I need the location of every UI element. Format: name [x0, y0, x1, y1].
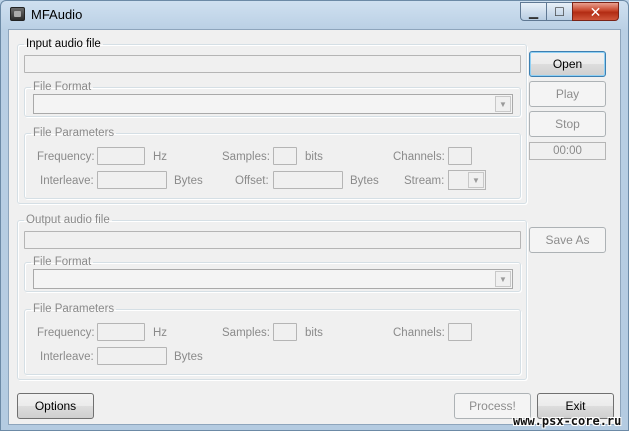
- input-interleave-field[interactable]: [97, 171, 167, 189]
- input-stream-select[interactable]: ▼: [448, 170, 486, 190]
- input-stream-label: Stream:: [404, 175, 445, 187]
- output-channels-label: Channels:: [393, 327, 445, 339]
- output-frequency-label: Frequency:: [37, 327, 95, 339]
- input-audio-group-label: Input audio file: [26, 38, 101, 50]
- output-samples-label: Samples:: [222, 327, 270, 339]
- input-samples-unit: bits: [305, 151, 323, 163]
- output-frequency-unit: Hz: [153, 327, 168, 339]
- input-offset-unit: Bytes: [350, 175, 379, 187]
- output-format-label: File Format: [33, 256, 92, 268]
- input-interleave-label: Interleave:: [40, 175, 94, 187]
- maximize-icon: ☐: [554, 4, 565, 19]
- chevron-down-icon[interactable]: ▼: [495, 271, 511, 287]
- maximize-button[interactable]: ☐: [546, 2, 573, 21]
- window-title: MFAudio: [31, 7, 83, 22]
- input-params-label: File Parameters: [33, 127, 115, 139]
- input-channels-label: Channels:: [393, 151, 445, 163]
- close-icon: ✕: [589, 3, 602, 20]
- input-samples-label: Samples:: [222, 151, 270, 163]
- input-frequency-field[interactable]: [97, 147, 145, 165]
- chevron-down-icon[interactable]: ▼: [468, 172, 484, 188]
- save-as-button[interactable]: Save As: [529, 227, 606, 253]
- input-channels-field[interactable]: [448, 147, 472, 165]
- client-area: Input audio file File Format ▼ File Para…: [8, 29, 621, 425]
- minimize-icon: ▁: [528, 4, 539, 19]
- output-format-select[interactable]: ▼: [33, 269, 513, 289]
- play-button[interactable]: Play: [529, 81, 606, 107]
- app-icon[interactable]: [10, 7, 25, 21]
- watermark-text: www.psx-core.ru: [513, 414, 622, 428]
- stop-button[interactable]: Stop: [529, 111, 606, 137]
- output-channels-field[interactable]: [448, 323, 472, 341]
- output-path-field[interactable]: [24, 231, 521, 249]
- input-samples-field[interactable]: [273, 147, 297, 165]
- input-interleave-unit: Bytes: [174, 175, 203, 187]
- mfaudio-window: MFAudio ▁ ☐ ✕ Input audio file File Form…: [0, 0, 629, 431]
- output-interleave-field[interactable]: [97, 347, 167, 365]
- options-button[interactable]: Options: [17, 393, 94, 419]
- close-button[interactable]: ✕: [572, 2, 619, 21]
- input-offset-field[interactable]: [273, 171, 343, 189]
- input-frequency-unit: Hz: [153, 151, 168, 163]
- minimize-button[interactable]: ▁: [520, 2, 547, 21]
- open-button[interactable]: Open: [529, 51, 606, 77]
- playback-time: 00:00: [529, 142, 606, 160]
- output-frequency-field[interactable]: [97, 323, 145, 341]
- output-samples-unit: bits: [305, 327, 323, 339]
- output-audio-group-label: Output audio file: [26, 214, 110, 226]
- input-format-label: File Format: [33, 81, 92, 93]
- output-params-label: File Parameters: [33, 303, 115, 315]
- title-bar[interactable]: MFAudio ▁ ☐ ✕: [1, 1, 628, 29]
- output-samples-field[interactable]: [273, 323, 297, 341]
- input-path-field[interactable]: [24, 55, 521, 73]
- output-interleave-unit: Bytes: [174, 351, 203, 363]
- input-format-select[interactable]: ▼: [33, 94, 513, 114]
- chevron-down-icon[interactable]: ▼: [495, 96, 511, 112]
- input-offset-label: Offset:: [235, 175, 269, 187]
- input-frequency-label: Frequency:: [37, 151, 95, 163]
- output-interleave-label: Interleave:: [40, 351, 94, 363]
